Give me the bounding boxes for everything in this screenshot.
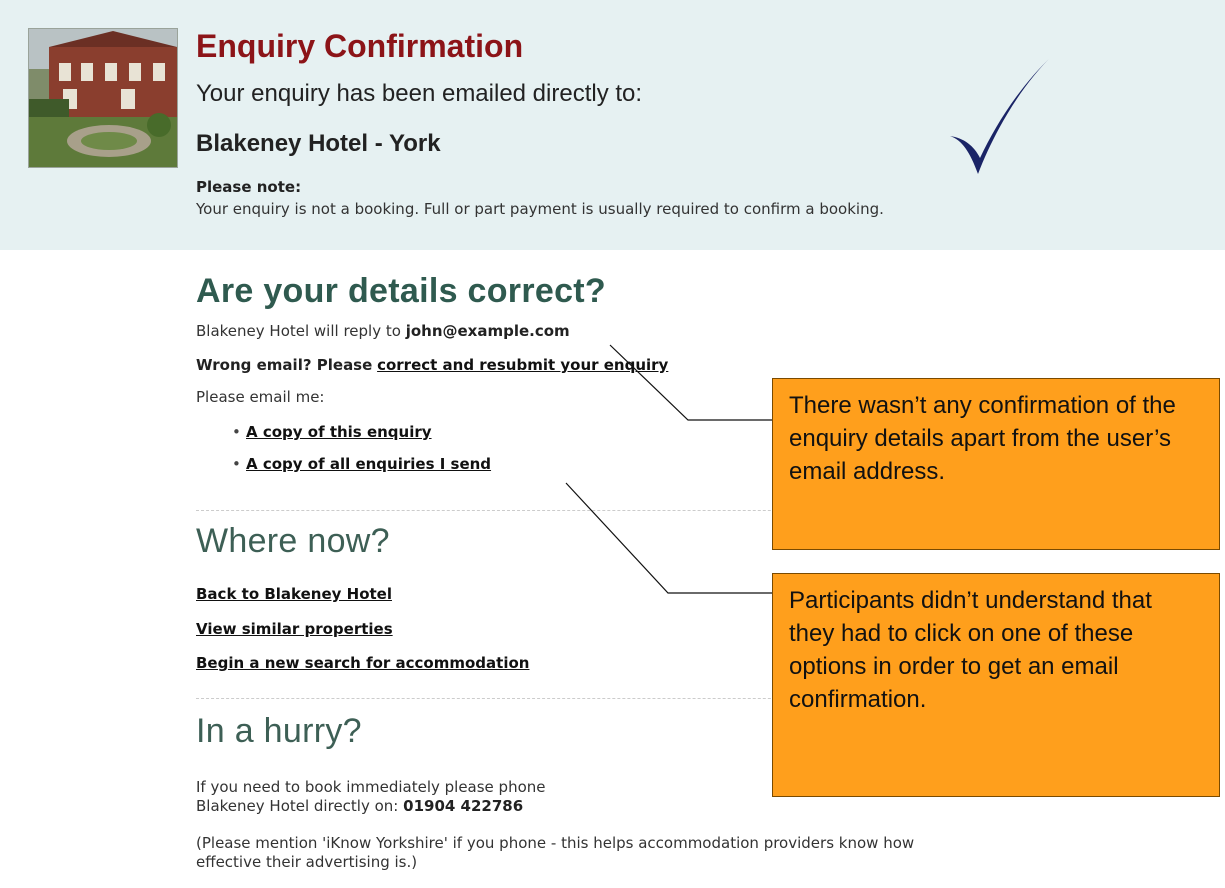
note-label: Please note: (196, 178, 302, 196)
reply-email: john@example.com (405, 322, 570, 340)
emailed-to-text: Your enquiry has been emailed directly t… (196, 80, 643, 107)
nav-link-item: Back to Blakeney Hotel (196, 585, 392, 603)
reply-prefix: Blakeney Hotel will reply to (196, 322, 401, 340)
correct-resubmit-link[interactable]: correct and resubmit your enquiry (377, 356, 668, 374)
note-text: Your enquiry is not a booking. Full or p… (196, 200, 884, 218)
new-search-link[interactable]: Begin a new search for accommodation (196, 654, 529, 672)
section-divider (196, 510, 826, 511)
wrong-email-line: Wrong email? Please correct and resubmit… (196, 356, 668, 374)
callout-text: There wasn’t any confirmation of the enq… (789, 392, 1176, 485)
option-item: • A copy of this enquiry (232, 423, 432, 441)
hurry-heading: In a hurry? (196, 712, 362, 750)
mention-line-1: (Please mention 'iKnow Yorkshire' if you… (196, 834, 915, 852)
phone-number: 01904 422786 (403, 797, 524, 815)
hotel-photo (28, 28, 178, 168)
callout-click-options: Participants didn’t understand that they… (772, 573, 1220, 797)
callout-email-confirmation: There wasn’t any confirmation of the enq… (772, 378, 1220, 550)
back-to-hotel-link[interactable]: Back to Blakeney Hotel (196, 585, 392, 603)
hotel-name: Blakeney Hotel - York (196, 130, 441, 157)
nav-link-item: Begin a new search for accommodation (196, 654, 529, 672)
email-me-label: Please email me: (196, 388, 325, 406)
copy-this-enquiry-link[interactable]: A copy of this enquiry (246, 423, 432, 441)
hurry-line-2: Blakeney Hotel directly on: 01904 422786 (196, 797, 523, 815)
page-title: Enquiry Confirmation (196, 28, 524, 64)
section-divider (196, 698, 826, 699)
mention-line-2: effective their advertising is.) (196, 853, 418, 871)
copy-all-enquiries-link[interactable]: A copy of all enquiries I send (246, 455, 491, 473)
option-item: • A copy of all enquiries I send (232, 455, 491, 473)
reply-line: Blakeney Hotel will reply to john@exampl… (196, 322, 570, 340)
checkmark-icon (950, 54, 1054, 174)
callout-text: Participants didn’t understand that they… (789, 587, 1152, 713)
hurry-line-1: If you need to book immediately please p… (196, 778, 546, 796)
where-now-heading: Where now? (196, 522, 390, 560)
details-heading: Are your details correct? (196, 272, 606, 310)
bullet-icon: • (232, 455, 241, 473)
bullet-icon: • (232, 423, 241, 441)
hurry-line-2-prefix: Blakeney Hotel directly on: (196, 797, 399, 815)
view-similar-link[interactable]: View similar properties (196, 620, 393, 638)
wrong-email-prefix: Wrong email? Please (196, 356, 373, 374)
nav-link-item: View similar properties (196, 620, 393, 638)
